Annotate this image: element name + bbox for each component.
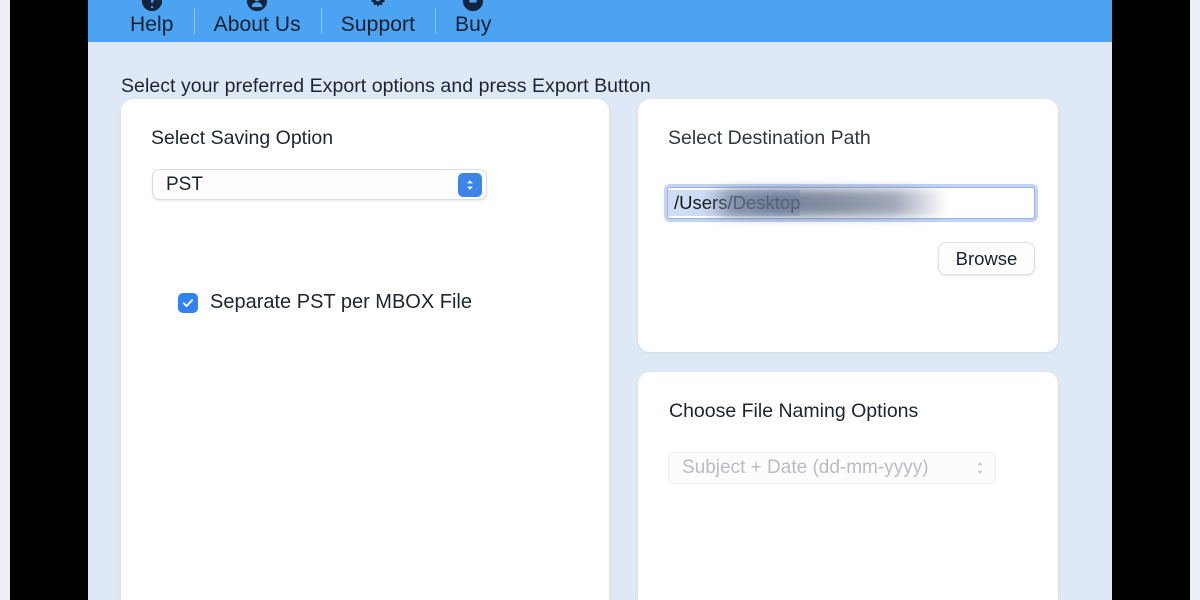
top-toolbar: Help About Us (88, 0, 1112, 42)
browse-button[interactable]: Browse (938, 242, 1035, 275)
file-naming-select-value: Subject + Date (dd-mm-yyyy) (682, 457, 929, 479)
file-naming-panel: Choose File Naming Options Subject + Dat… (638, 372, 1058, 600)
toolbar-item-about-us[interactable]: About Us (194, 0, 321, 42)
destination-path-panel: Select Destination Path /Users/Desktop B… (638, 99, 1058, 352)
checkmark-icon (181, 296, 195, 310)
file-naming-label: Choose File Naming Options (669, 400, 918, 423)
saving-option-select-value: PST (153, 174, 203, 196)
saving-option-label: Select Saving Option (151, 127, 333, 150)
instruction-text: Select your preferred Export options and… (121, 75, 651, 98)
toolbar-label-about-us: About Us (214, 14, 301, 42)
toolbar-label-buy: Buy (455, 14, 492, 42)
separate-pst-checkbox-row[interactable]: Separate PST per MBOX File (178, 291, 472, 314)
saving-option-select[interactable]: PST (152, 169, 487, 200)
stepper-updown-icon[interactable] (973, 458, 986, 478)
app-window: Help About Us (88, 0, 1112, 600)
separate-pst-checkbox-label: Separate PST per MBOX File (210, 291, 472, 314)
toolbar-item-support[interactable]: Support (321, 0, 435, 42)
toolbar-label-help: Help (130, 14, 174, 42)
content-area: Select your preferred Export options and… (88, 42, 1112, 600)
letterbox-right (1112, 0, 1190, 600)
destination-path-input[interactable]: /Users/Desktop (667, 187, 1035, 219)
browse-button-label: Browse (956, 248, 1018, 270)
stepper-updown-icon[interactable] (458, 173, 482, 197)
toolbar-label-support: Support (341, 14, 415, 42)
destination-path-value: /Users/Desktop (668, 190, 800, 216)
gear-icon (367, 0, 389, 12)
destination-path-label: Select Destination Path (668, 127, 871, 150)
person-circle-icon (246, 0, 268, 12)
saving-option-panel: Select Saving Option PST (121, 99, 609, 600)
letterbox-left (10, 0, 88, 600)
screen: Help About Us (0, 0, 1200, 600)
separate-pst-checkbox[interactable] (178, 293, 198, 313)
help-circle-icon (141, 0, 163, 12)
cart-circle-icon (462, 0, 484, 12)
toolbar-item-help[interactable]: Help (110, 0, 194, 42)
file-naming-select[interactable]: Subject + Date (dd-mm-yyyy) (668, 452, 996, 484)
toolbar-item-buy[interactable]: Buy (435, 0, 512, 42)
